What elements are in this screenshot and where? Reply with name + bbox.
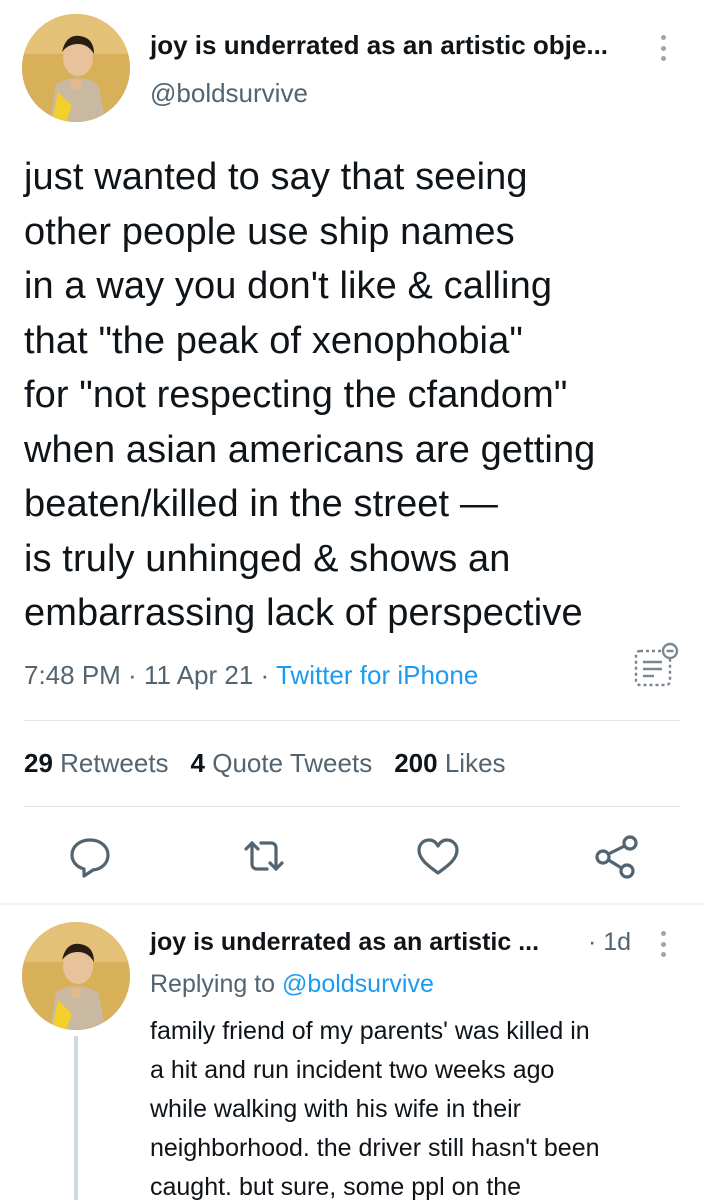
analytics-icon[interactable]: [630, 642, 680, 692]
section-divider: [0, 903, 704, 905]
retweet-icon[interactable]: [240, 832, 288, 880]
likes-stat[interactable]: 200 Likes: [394, 748, 505, 778]
replying-to: Replying to @boldsurvive: [150, 970, 434, 999]
reply-text-line: a hit and run incident two weeks ago: [150, 1056, 555, 1084]
more-vertical-icon[interactable]: [656, 30, 670, 66]
tweet-text-line: when asian americans are getting: [24, 428, 596, 471]
tweet-meta: 7:48 PM · 11 Apr 21 · Twitter for iPhone: [24, 660, 478, 691]
author-avatar[interactable]: [22, 14, 130, 122]
thread-line: [74, 1036, 78, 1200]
tweet-text-line: for "not respecting the cfandom": [24, 374, 568, 416]
reply-text-line: caught. but sure, some ppl on the: [150, 1173, 522, 1200]
tweet-time[interactable]: 7:48 PM: [24, 660, 121, 690]
heart-icon[interactable]: [414, 832, 462, 880]
reply-time[interactable]: · 1d: [588, 928, 631, 957]
reply-author-name[interactable]: joy is underrated as an artistic ...: [150, 928, 539, 957]
tweet-stats: 29 Retweets 4 Quote Tweets 200 Likes: [24, 748, 506, 779]
divider: [24, 720, 680, 721]
share-icon[interactable]: [592, 832, 640, 880]
tweet-text-line: other people use ship names: [24, 210, 515, 253]
tweet-text-line: beaten/killed in the street —: [24, 483, 498, 525]
tweet-date[interactable]: 11 Apr 21: [144, 660, 253, 690]
meta-separator: ·: [120, 660, 144, 690]
reply-text-line: neighborhood. the driver still hasn't be…: [150, 1134, 600, 1162]
tweet-text: just wanted to say that seeing other peo…: [24, 150, 692, 641]
author-handle[interactable]: @boldsurvive: [150, 78, 308, 109]
tweet-text-line: embarrassing lack of perspective: [24, 592, 583, 634]
tweet-text-line: that "the peak of xenophobia": [24, 319, 523, 362]
reply-author-avatar[interactable]: [22, 922, 130, 1030]
tweet-source[interactable]: Twitter for iPhone: [276, 660, 478, 690]
reply-icon[interactable]: [66, 832, 114, 880]
replying-prefix: Replying to: [150, 970, 276, 998]
reply-text-line: while walking with his wife in their: [150, 1095, 521, 1123]
reply-text: family friend of my parents' was killed …: [150, 1012, 690, 1200]
tweet-text-line: in a way you don't like & calling: [24, 265, 553, 307]
replying-mention[interactable]: @boldsurvive: [282, 970, 434, 998]
retweets-stat[interactable]: 29 Retweets: [24, 748, 169, 778]
more-vertical-icon[interactable]: [656, 926, 670, 962]
divider: [24, 806, 680, 807]
reply-text-line: family friend of my parents' was killed …: [150, 1017, 590, 1045]
tweet-text-line: just wanted to say that seeing: [24, 156, 528, 198]
meta-separator: ·: [253, 660, 276, 690]
quote-tweets-stat[interactable]: 4 Quote Tweets: [191, 748, 373, 778]
author-name[interactable]: joy is underrated as an artistic obje...: [150, 30, 608, 61]
tweet-text-line: is truly unhinged & shows an: [24, 537, 511, 580]
